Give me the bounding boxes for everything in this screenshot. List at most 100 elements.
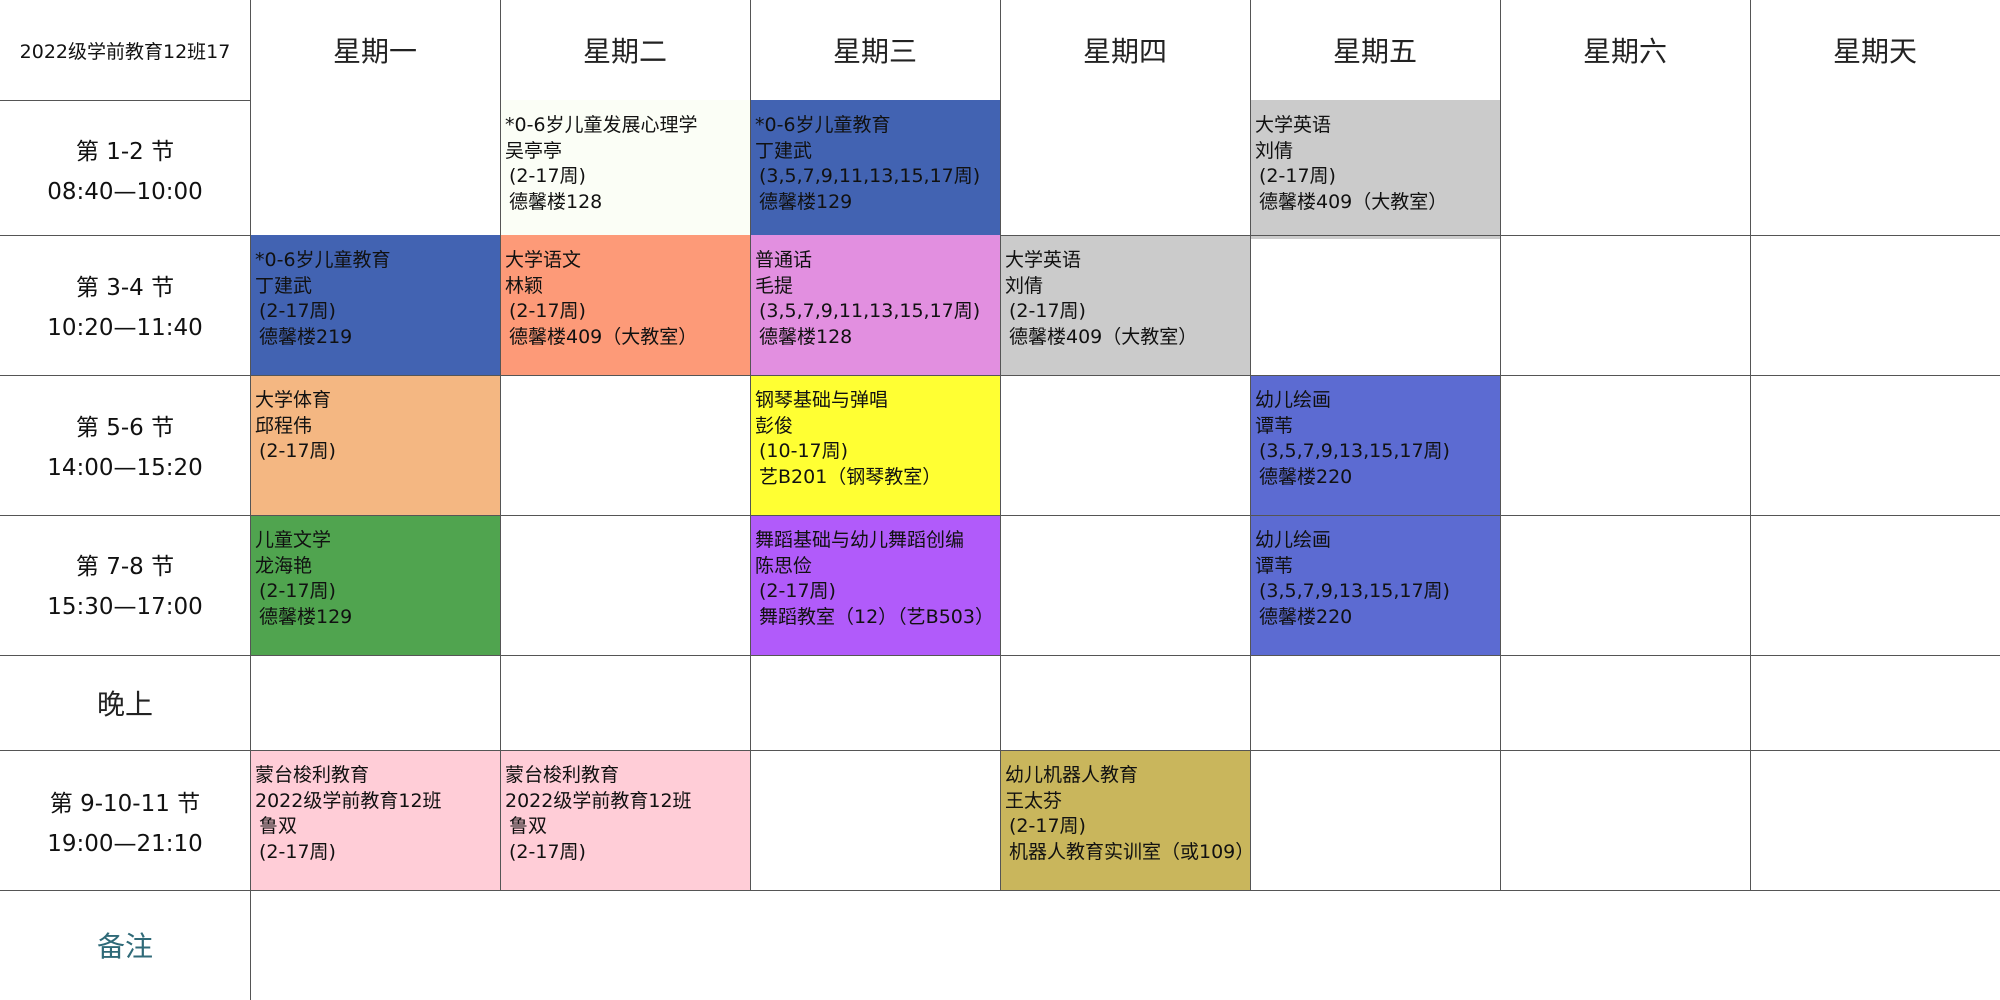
course-weeks: (3,5,7,9,11,13,15,17周) — [759, 300, 981, 322]
period-row-evening: 晚上 — [96, 687, 153, 721]
course-weeks: (2-17周) — [1259, 165, 1336, 187]
course-room: 德馨楼128 — [759, 325, 853, 348]
course-room: (2-17周) — [509, 840, 586, 863]
course-cell-mon-p2[interactable]: *0-6岁儿童教育 丁建武 (2-17周) 德馨楼219 — [250, 235, 500, 375]
period-label: 第 7-8 节 — [75, 554, 175, 580]
course-teacher: 林颖 — [505, 274, 544, 297]
period-row-1-2: 第 1-2 节 08:40—10:00 — [0, 132, 250, 212]
course-cell-thu-p2[interactable]: 大学英语刘倩 (2-17周) 德馨楼409（大教室） — [1000, 235, 1250, 375]
course-weeks: (2-17周) — [509, 165, 586, 187]
course-name: 幼儿机器人教育 — [1005, 764, 1139, 786]
course-cell-thu-p6[interactable]: 幼儿机器人教育 王太芬 (2-17周) 机器人教育实训室（或109） — [1000, 750, 1254, 890]
course-cell-tue-p2[interactable]: 大学语文林颖 (2-17周) 德馨楼409（大教室） — [500, 235, 750, 375]
course-teacher: 刘倩 — [1255, 139, 1294, 162]
course-room: 德馨楼128 — [509, 190, 603, 213]
course-teacher: 吴亭亭 — [505, 139, 563, 162]
grid-line — [750, 0, 751, 890]
course-name: 幼儿绘画 — [1255, 389, 1332, 411]
course-teacher: 王太芬 — [1005, 789, 1063, 812]
course-name: *0-6岁儿童发展心理学 — [505, 114, 698, 136]
period-row-9-10-11: 第 9-10-11 节 19:00—21:10 — [0, 784, 250, 864]
course-weeks: (2-17周) — [1009, 300, 1086, 322]
day-header-monday: 星期一 — [332, 34, 417, 68]
course-cell-tue-p1[interactable]: *0-6岁儿童发展心理学 吴亭亭 (2-17周) 德馨楼128 — [500, 100, 750, 235]
day-header-thursday: 星期四 — [1082, 34, 1167, 68]
course-teacher: 刘倩 — [1005, 274, 1044, 297]
course-room: (2-17周) — [259, 840, 336, 863]
course-name: *0-6岁儿童教育 — [755, 114, 891, 136]
course-teacher: 丁建武 — [255, 274, 313, 297]
period-time: 14:00—15:20 — [47, 455, 203, 481]
day-header-wednesday: 星期三 — [832, 34, 917, 68]
course-weeks: 鲁双 — [259, 815, 298, 837]
course-name: 大学语文 — [505, 249, 582, 271]
course-name: 蒙台梭利教育 — [505, 764, 620, 786]
course-teacher: 谭苇 — [1255, 414, 1294, 437]
course-name: 大学英语 — [1255, 114, 1332, 136]
course-weeks: (3,5,7,9,13,15,17周) — [1259, 440, 1450, 462]
notes-label: 备注 — [96, 930, 153, 963]
course-teacher: 谭苇 — [1255, 554, 1294, 577]
course-cell-mon-p3[interactable]: 大学体育邱程伟 (2-17周) — [250, 375, 500, 515]
course-weeks: (2-17周) — [509, 300, 586, 322]
course-teacher: 2022级学前教育12班 — [505, 789, 692, 812]
grid-line — [500, 0, 501, 890]
course-name: *0-6岁儿童教育 — [255, 249, 391, 271]
course-teacher: 彭俊 — [755, 414, 794, 437]
day-header-saturday: 星期六 — [1582, 34, 1667, 68]
course-teacher: 丁建武 — [755, 139, 813, 162]
course-teacher: 龙海艳 — [255, 554, 313, 577]
timetable-grid: *0-6岁儿童发展心理学 吴亭亭 (2-17周) 德馨楼128 *0-6岁儿童教育 丁建… — [0, 0, 2000, 1000]
course-teacher: 陈思俭 — [755, 554, 813, 577]
course-room: 德馨楼409（大教室） — [1009, 325, 1198, 348]
course-cell-fri-p1[interactable]: 大学英语刘倩 (2-17周) 德馨楼409（大教室） — [1250, 100, 1500, 239]
course-weeks: (2-17周) — [259, 580, 336, 602]
course-room: 德馨楼220 — [1259, 465, 1353, 488]
course-weeks: 鲁双 — [509, 815, 548, 837]
period-label: 第 3-4 节 — [75, 275, 175, 301]
course-room: 德馨楼220 — [1259, 605, 1353, 628]
course-room: 德馨楼129 — [759, 190, 853, 213]
grid-line — [0, 890, 2000, 891]
course-cell-wed-p4[interactable]: 舞蹈基础与幼儿舞蹈创编 陈思俭 (2-17周) 舞蹈教室（12）（艺B503） — [750, 515, 1000, 655]
period-time: 10:20—11:40 — [47, 315, 203, 341]
course-cell-wed-p1[interactable]: *0-6岁儿童教育 丁建武 (3,5,7,9,11,13,15,17周) 德馨楼129 — [750, 100, 1000, 235]
day-header-friday: 星期五 — [1332, 34, 1417, 68]
course-cell-mon-p4[interactable]: 儿童文学 龙海艳 (2-17周) 德馨楼129 — [250, 515, 500, 655]
course-cell-wed-p3[interactable]: 钢琴基础与弹唱 彭俊 (10-17周) 艺B201（钢琴教室） — [750, 375, 1000, 515]
course-weeks: (2-17周) — [259, 300, 336, 322]
period-label: 第 5-6 节 — [75, 415, 175, 441]
period-time: 19:00—21:10 — [47, 831, 203, 857]
course-room: 舞蹈教室（12）（艺B503） — [759, 605, 994, 628]
course-cell-tue-p6[interactable]: 蒙台梭利教育 2022级学前教育12班鲁双 (2-17周) — [500, 750, 750, 890]
period-label: 第 1-2 节 — [75, 139, 175, 165]
course-name: 蒙台梭利教育 — [255, 764, 370, 786]
course-cell-mon-p6[interactable]: 蒙台梭利教育 2022级学前教育12班 鲁双 (2-17周) — [250, 750, 500, 890]
course-room: 德馨楼129 — [259, 605, 353, 628]
course-room: 德馨楼409（大教室） — [1259, 190, 1448, 213]
grid-line — [250, 0, 251, 1000]
period-time: 15:30—17:00 — [47, 594, 203, 620]
course-name: 普通话 — [755, 249, 813, 271]
period-row-3-4: 第 3-4 节 10:20—11:40 — [0, 268, 250, 348]
grid-line — [1750, 0, 1751, 890]
course-room: 德馨楼219 — [259, 325, 353, 348]
course-weeks: (2-17周) — [259, 440, 336, 462]
course-cell-wed-p2[interactable]: 普通话毛提 (3,5,7,9,11,13,15,17周) 德馨楼128 — [750, 235, 1000, 375]
course-weeks: (2-17周) — [759, 580, 836, 602]
grid-line — [1500, 0, 1501, 890]
timetable-title: 2022级学前教育12班17 — [19, 40, 231, 63]
course-room: 德馨楼409（大教室） — [509, 325, 698, 348]
course-name: 大学英语 — [1005, 249, 1082, 271]
course-cell-fri-p4[interactable]: 幼儿绘画 谭苇 (3,5,7,9,13,15,17周) 德馨楼220 — [1250, 515, 1500, 655]
course-cell-fri-p3[interactable]: 幼儿绘画谭苇 (3,5,7,9,13,15,17周) 德馨楼220 — [1250, 375, 1500, 515]
course-weeks: (2-17周) — [1009, 815, 1086, 837]
day-header-tuesday: 星期二 — [582, 34, 667, 68]
period-time: 08:40—10:00 — [47, 179, 203, 205]
grid-line — [1250, 0, 1251, 890]
course-teacher: 邱程伟 — [255, 414, 313, 437]
grid-line — [0, 235, 250, 236]
course-teacher: 毛提 — [755, 274, 794, 297]
course-name: 大学体育 — [255, 389, 332, 411]
period-label: 第 9-10-11 节 — [49, 791, 201, 817]
